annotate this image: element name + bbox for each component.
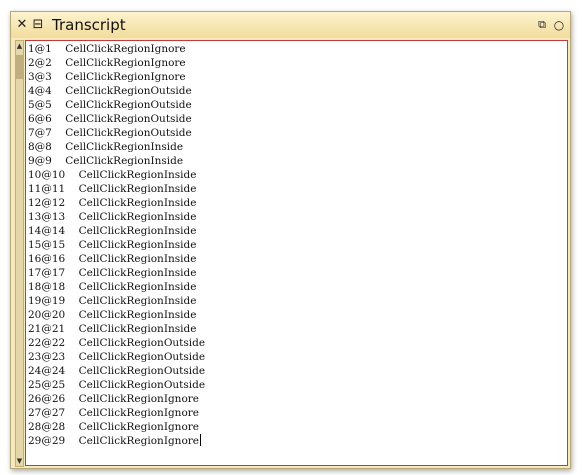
transcript-line: 16@16 CellClickRegionInside: [28, 253, 197, 265]
title-bar[interactable]: ✕ ⊟ Transcript ⧉ ○: [11, 12, 570, 38]
transcript-line: 15@15 CellClickRegionInside: [28, 239, 197, 251]
transcript-line: 11@11 CellClickRegionInside: [28, 183, 197, 195]
transcript-line: 4@4 CellClickRegionOutside: [28, 85, 192, 97]
transcript-text-pane[interactable]: 1@1 CellClickRegionIgnore 2@2 CellClickRe…: [25, 40, 568, 466]
transcript-line: 3@3 CellClickRegionIgnore: [28, 71, 186, 83]
transcript-line: 12@12 CellClickRegionInside: [28, 197, 197, 209]
transcript-line: 18@18 CellClickRegionInside: [28, 281, 197, 293]
transcript-line: 19@19 CellClickRegionInside: [28, 295, 197, 307]
transcript-line: 20@20 CellClickRegionInside: [28, 309, 197, 321]
transcript-line: 22@22 CellClickRegionOutside: [28, 337, 206, 349]
expand-icon[interactable]: ○: [552, 16, 566, 34]
transcript-line: 1@1 CellClickRegionIgnore: [28, 43, 186, 55]
scroll-down-arrow-icon[interactable]: ▼: [16, 456, 23, 466]
transcript-line: 7@7 CellClickRegionOutside: [28, 127, 192, 139]
window-title: Transcript: [52, 16, 126, 34]
scroll-thumb[interactable]: [16, 55, 23, 79]
scroll-up-arrow-icon[interactable]: ▲: [16, 41, 23, 51]
transcript-window[interactable]: ✕ ⊟ Transcript ⧉ ○ ▲ ▼ 1@1 CellClickRegi…: [10, 11, 571, 469]
transcript-line: 26@26 CellClickRegionIgnore: [28, 393, 199, 405]
transcript-line: 6@6 CellClickRegionOutside: [28, 113, 192, 125]
transcript-line: 10@10 CellClickRegionInside: [28, 169, 197, 181]
transcript-line: 27@27 CellClickRegionIgnore: [28, 407, 199, 419]
text-cursor: [200, 434, 201, 446]
transcript-line: 25@25 CellClickRegionOutside: [28, 379, 206, 391]
collapse-icon[interactable]: ⧉: [535, 16, 549, 34]
close-icon[interactable]: ✕: [15, 16, 29, 34]
transcript-line: 17@17 CellClickRegionInside: [28, 267, 197, 279]
transcript-line: 14@14 CellClickRegionInside: [28, 225, 197, 237]
transcript-line: 8@8 CellClickRegionInside: [28, 141, 184, 153]
transcript-line: 21@21 CellClickRegionInside: [28, 323, 197, 335]
transcript-line: 23@23 CellClickRegionOutside: [28, 351, 206, 363]
transcript-line: 2@2 CellClickRegionIgnore: [28, 57, 186, 69]
transcript-line: 13@13 CellClickRegionInside: [28, 211, 197, 223]
transcript-line: 5@5 CellClickRegionOutside: [28, 99, 192, 111]
transcript-line: 9@9 CellClickRegionInside: [28, 155, 184, 167]
transcript-line: 24@24 CellClickRegionOutside: [28, 365, 206, 377]
window-menu-icon[interactable]: ⊟: [31, 16, 45, 34]
transcript-line: 28@28 CellClickRegionIgnore: [28, 421, 199, 433]
vertical-scrollbar[interactable]: ▲ ▼: [15, 40, 24, 467]
transcript-line: 29@29 CellClickRegionIgnore: [28, 434, 201, 447]
